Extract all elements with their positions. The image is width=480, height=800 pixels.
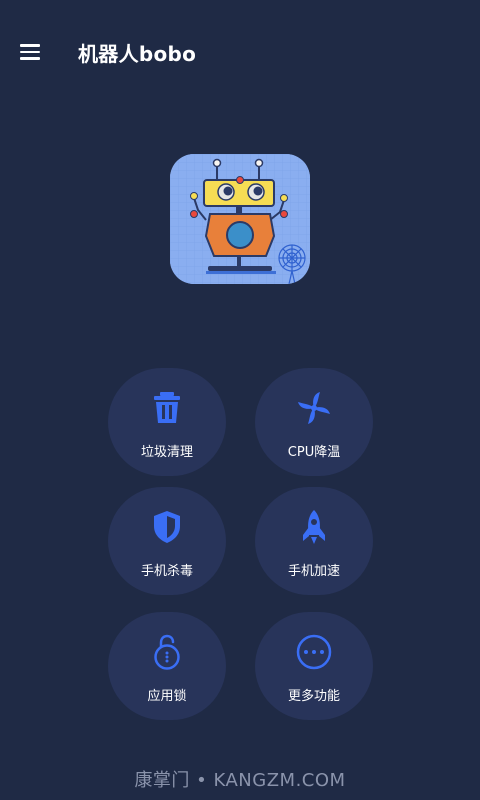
shield-icon [151,509,183,545]
trash-icon [151,390,183,426]
app-lock-button[interactable]: 应用锁 [108,612,226,720]
fan-icon [298,390,330,426]
cpu-cool-button[interactable]: CPU降温 [255,368,373,476]
more-features-button[interactable]: 更多功能 [255,612,373,720]
app-lock-label: 应用锁 [147,689,187,704]
more-features-label: 更多功能 [287,689,340,704]
junk-clean-button[interactable]: 垃圾清理 [108,368,226,476]
cpu-cool-label: CPU降温 [287,445,341,460]
speed-up-label: 手机加速 [287,564,340,579]
more-icon [296,634,332,670]
watermark: 康掌门 • KANGZM.COM [134,770,346,791]
robot-logo [170,154,310,284]
speed-up-button[interactable]: 手机加速 [255,487,373,595]
antivirus-label: 手机杀毒 [140,564,193,579]
junk-clean-label: 垃圾清理 [140,445,193,460]
app-title: 机器人bobo [78,42,197,66]
menu-icon[interactable] [14,38,46,66]
rocket-icon [298,509,330,545]
antivirus-button[interactable]: 手机杀毒 [108,487,226,595]
unlock-icon [151,634,183,670]
app-bar: 机器人bobo [0,0,480,104]
